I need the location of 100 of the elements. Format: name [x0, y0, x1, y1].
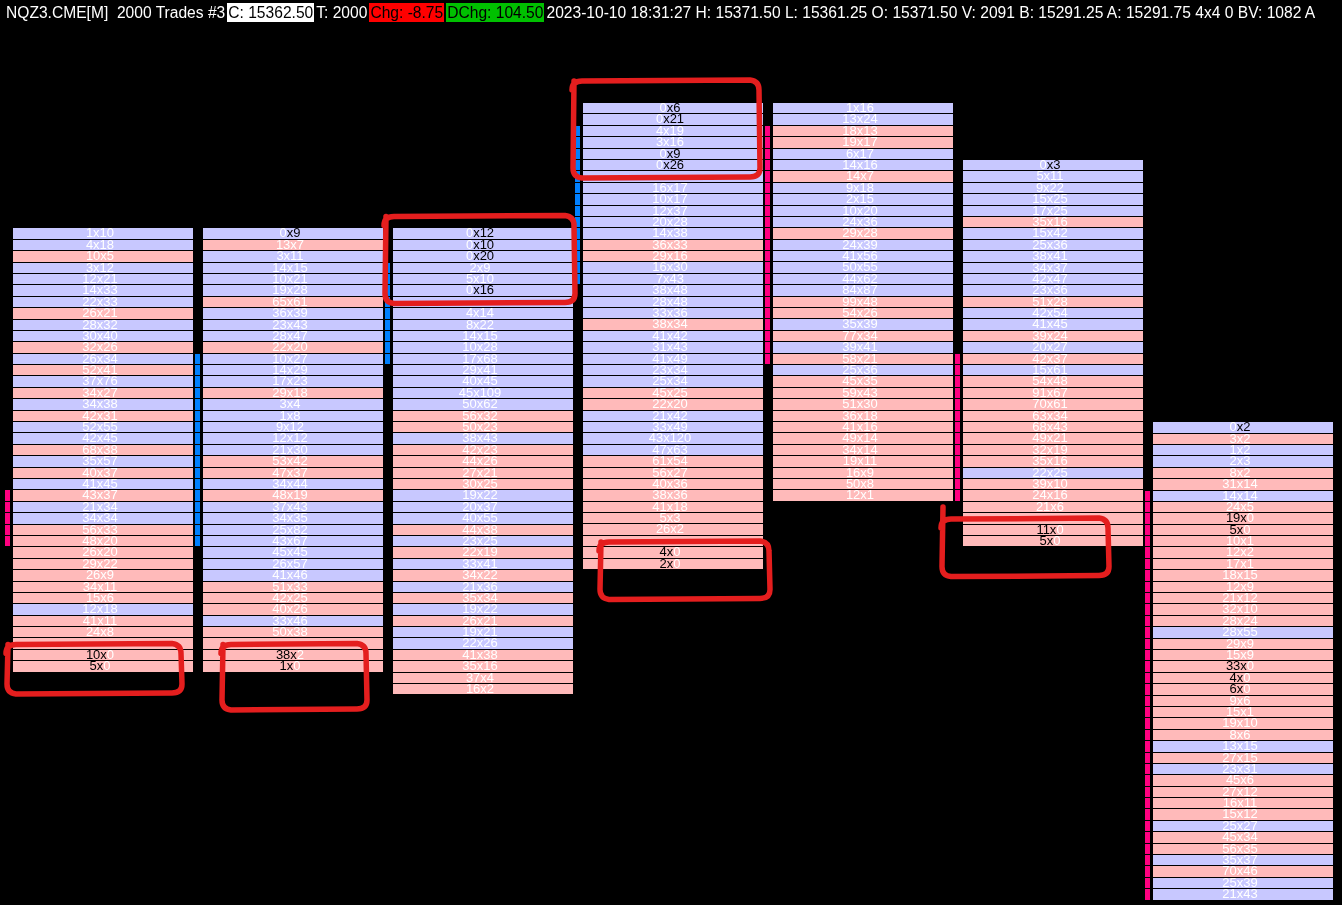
bid-ask-cell: 42x23 [393, 444, 573, 456]
bid-ask-cell: 13x7 [203, 239, 383, 251]
bid-ask-cell: 0x12 [393, 228, 573, 239]
bid-ask-cell: 29x9 [1153, 638, 1333, 649]
bid-ask-cell: 41x11 [13, 615, 193, 627]
bid-ask-cell: 45x34 [1153, 832, 1333, 843]
bid-ask-cell: 99x48 [773, 296, 953, 308]
bid-ask-cell: 32x26 [13, 342, 193, 353]
bid-ask-cell: 18x13 [773, 125, 953, 137]
bid-ask-cell: 0x3 [963, 160, 1143, 171]
bid-ask-cell: 22x19 [393, 547, 573, 558]
bid-ask-cell: 61x54 [583, 456, 763, 467]
bid-ask-cell: 42x25 [203, 592, 383, 604]
instrument-label: NQZ3.CME[M] 2000 Trades #3 [6, 3, 226, 22]
bid-ask-cell: 11x0 [963, 524, 1143, 535]
bid-ask-cell: 3x2 [1153, 433, 1333, 444]
bid-ask-cell: 56x33 [13, 524, 193, 535]
bid-ask-cell: 19x10 [1153, 718, 1333, 729]
bid-ask-cell: 29x16 [583, 251, 763, 262]
bid-ask-cell: 51x30 [773, 399, 953, 410]
bid-ask-cell: 42x37 [963, 353, 1143, 365]
bid-ask-cell: 1x0 [203, 661, 383, 672]
bid-ask-cell: 28x24 [1153, 615, 1333, 627]
bid-ask-cell: 16x2 [393, 684, 573, 695]
bid-ask-cell: 50x23 [393, 422, 573, 433]
bid-ask-cell: 53x42 [203, 456, 383, 467]
bid-ask-cell: 41x16 [773, 421, 953, 433]
bid-ask-cell: 70x61 [963, 399, 1143, 410]
bid-ask-cell: 34x14 [773, 444, 953, 456]
bid-ask-cell: 4x0 [1153, 672, 1333, 684]
bid-ask-cell: 0x20 [393, 251, 573, 262]
bid-ask-cell: 36x33 [583, 239, 763, 251]
bid-ask-cell: 0x21 [583, 114, 763, 125]
bid-ask-cell: 21x12 [1153, 593, 1333, 604]
bid-ask-cell: 26x20 [13, 547, 193, 558]
bid-ask-cell: 48x19 [203, 490, 383, 501]
bid-ask-cell: 21x6 [963, 501, 1143, 513]
bid-ask-cell: 19x0 [1153, 513, 1333, 524]
bid-ask-cell: 18x15 [1153, 570, 1333, 581]
bid-ask-cell: 0x10 [393, 239, 573, 251]
bid-ask-cell: 33x0 [1153, 661, 1333, 672]
bid-ask-cell: 59x43 [773, 387, 953, 399]
close-price: C: 15362.50 [227, 3, 315, 22]
bid-ask-cell: 32x19 [963, 444, 1143, 456]
bid-ask-cell: 91x67 [963, 387, 1143, 399]
bid-ask-cell: 40x26 [203, 604, 383, 615]
bid-ask-cell: 43x37 [13, 490, 193, 501]
bid-ask-cell: 19x17 [773, 137, 953, 148]
bid-ask-cell: 5x0 [13, 661, 193, 672]
bid-ask-cell: 12x9 [1153, 581, 1333, 593]
bid-ask-cell: 35x16 [963, 456, 1143, 467]
bid-ask-cell: 38x2 [203, 649, 383, 661]
bid-ask-cell: 4x0 [583, 547, 763, 558]
bid-ask-cell: 19x11 [773, 456, 953, 467]
bid-ask-cell: 12x2 [1153, 547, 1333, 558]
bid-ask-cell: 30x25 [393, 479, 573, 490]
bid-ask-cell: 31x14 [1153, 479, 1333, 490]
bid-ask-cell: 15x1 [1153, 706, 1333, 718]
bid-ask-cell: 27x15 [1153, 752, 1333, 763]
bid-ask-cell: 16x9 [773, 467, 953, 478]
bid-ask-cell: 8x6 [1153, 729, 1333, 741]
bid-ask-cell: 45x6 [1153, 775, 1333, 786]
bid-ask-cell: 38x34 [583, 319, 763, 330]
bid-ask-cell: 34x11 [13, 581, 193, 592]
bid-ask-cell: 14x7 [773, 171, 953, 182]
bid-ask-cell: 5x3 [583, 513, 763, 524]
bid-ask-cell: 70x46 [1153, 866, 1333, 877]
bid-ask-cell: 2x0 [583, 558, 763, 569]
bid-ask-cell: 24x16 [963, 490, 1143, 501]
bid-ask-cell: 35x34 [393, 592, 573, 604]
bid-ask-cell: 26x9 [13, 570, 193, 581]
bid-ask-cell: 34x22 [393, 570, 573, 581]
bid-ask-cell: 44x38 [393, 524, 573, 535]
bid-ask-cell: 24x5 [1153, 501, 1333, 513]
bid-ask-cell: 15x12 [1153, 809, 1333, 820]
bid-ask-cell: 29x28 [773, 228, 953, 239]
bid-ask-cell: 10x0 [13, 649, 193, 661]
bid-ask-cell: 51x28 [963, 296, 1143, 308]
bid-ask-cell: 0x16 [393, 285, 573, 296]
bid-ask-cell: 42x31 [13, 410, 193, 422]
bid-ask-cell: 48x20 [13, 535, 193, 547]
bid-ask-cell: 17x1 [1153, 558, 1333, 570]
bid-ask-cell: 51x33 [203, 581, 383, 592]
bid-ask-cell: 22x20 [203, 342, 383, 353]
bid-ask-cell: 22x20 [583, 399, 763, 410]
bid-ask-cell: 40x36 [583, 478, 763, 490]
bid-ask-cell: 56x35 [1153, 843, 1333, 855]
bid-ask-cell: 29x18 [203, 387, 383, 399]
bid-ask-cell: 8x2 [1153, 467, 1333, 479]
bid-ask-cell: 65x61 [203, 296, 383, 308]
bid-ask-cell: 40x37 [13, 467, 193, 478]
bid-ask-cell: 10x1 [1153, 536, 1333, 547]
bid-ask-cell: 45x25 [583, 387, 763, 399]
bid-ask-cell: 12x1 [773, 490, 953, 501]
bid-ask-cell: 49x21 [963, 433, 1143, 444]
bid-ask-cell: 49x14 [773, 433, 953, 444]
bid-ask-cell: 10x5 [13, 251, 193, 262]
bid-ask-cell: 32x10 [1153, 604, 1333, 615]
bid-ask-cell: 58x21 [773, 353, 953, 364]
bid-ask-cell: 44x26 [393, 456, 573, 467]
